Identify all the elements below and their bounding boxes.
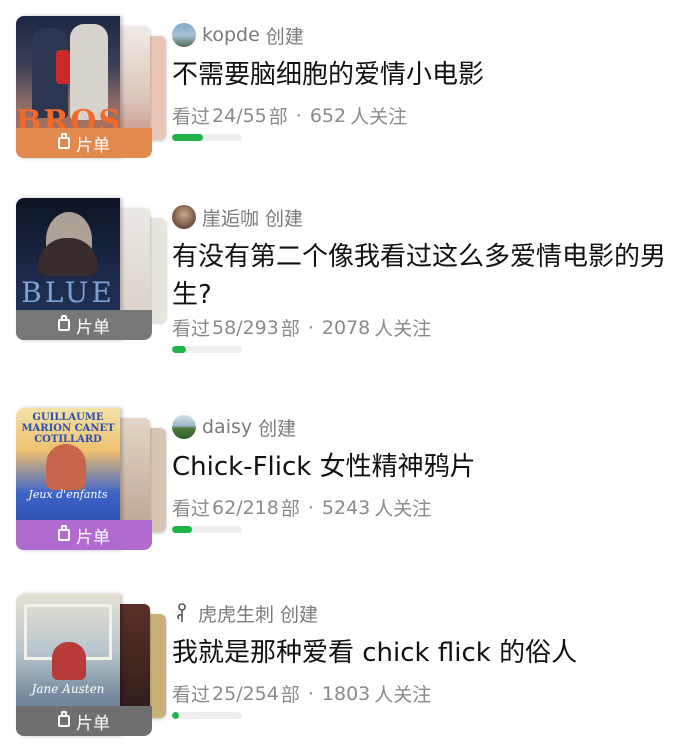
creator-name: daisy [202,416,253,438]
progress-fill [172,526,192,533]
followers-suffix: 人关注 [374,318,432,340]
watched-label: 看过 [172,106,211,128]
poster-title-text: GUILLAUME MARION CANET COTILLARD [21,412,115,445]
avatar [172,601,192,625]
watched-unit: 部 [268,106,288,128]
avatar [172,205,196,229]
list-stats: 看过 24/55 部 · 652 人关注 [172,102,407,129]
list-stats: 看过 58/293 部 · 2078 人关注 [172,314,431,341]
creator-name: kopde [202,24,260,46]
poster-stack[interactable]: Jane Austen 片单 [16,594,166,736]
creator-suffix: 创建 [265,25,304,48]
doulist-badge: 片单 [16,706,152,736]
followers-count: 2078 [321,316,371,339]
watched-count: 25/254 [212,682,279,705]
list-item[interactable]: BLUE 片单 崖逅咖 创建 有没有第二个像我看过这么多爱情电影的男生? 看过 … [0,198,680,358]
poster-script-text: Jane Austen [31,682,105,696]
creator-line[interactable]: daisy 创建 [172,414,296,440]
flower-icon [177,603,186,622]
poster-script-text: Jeux d'enfants [28,488,108,501]
poster-title-text: BLUE [21,276,115,309]
watched-unit: 部 [280,318,300,340]
creator-line[interactable]: kopde 创建 [172,22,304,48]
followers-count: 5243 [321,496,371,519]
separator: · [307,316,314,339]
list-item[interactable]: GUILLAUME MARION CANET COTILLARD Jeux d'… [0,408,680,568]
badge-label: 片单 [76,713,110,734]
list-title[interactable]: 有没有第二个像我看过这么多爱情电影的男生? [172,238,666,314]
doulist-badge: 片单 [16,310,152,340]
watched-progress-bar [172,134,242,141]
creator-suffix: 创建 [280,603,319,626]
doulist-list: BROS 片单 kopde 创建 不需要脑细胞的爱情小电影 看过 24/55 部… [0,0,680,746]
separator: · [295,104,302,127]
poster-stack[interactable]: BROS 片单 [16,16,166,158]
list-title[interactable]: Chick-Flick 女性精神鸦片 [172,448,666,486]
watched-label: 看过 [172,318,211,340]
creator-name: 虎虎生刺 [198,603,275,626]
watched-count: 62/218 [212,496,279,519]
progress-fill [172,712,179,719]
watched-unit: 部 [280,498,300,520]
list-title[interactable]: 不需要脑细胞的爱情小电影 [172,56,666,94]
followers-count: 652 [309,104,347,127]
watched-label: 看过 [172,684,211,706]
creator-line[interactable]: 崖逅咖 创建 [172,204,303,230]
progress-fill [172,134,203,141]
badge-label: 片单 [76,135,110,156]
creator-line[interactable]: 虎虎生刺 创建 [172,600,318,626]
watched-progress-bar [172,346,242,353]
watched-count: 58/293 [212,316,279,339]
watched-count: 24/55 [212,104,267,127]
briefcase-icon [58,315,70,331]
list-item[interactable]: BROS 片单 kopde 创建 不需要脑细胞的爱情小电影 看过 24/55 部… [0,16,680,176]
list-stats: 看过 62/218 部 · 5243 人关注 [172,494,431,521]
creator-suffix: 创建 [265,207,304,230]
list-title[interactable]: 我就是那种爱看 chick flick 的俗人 [172,634,666,672]
followers-suffix: 人关注 [374,684,432,706]
briefcase-icon [58,711,70,727]
creator-suffix: 创建 [258,417,297,440]
doulist-badge: 片单 [16,520,152,550]
list-item[interactable]: Jane Austen 片单 虎虎生刺 创建 我就是那种爱看 chick fli… [0,594,680,754]
watched-progress-bar [172,712,242,719]
followers-count: 1803 [321,682,371,705]
badge-label: 片单 [76,527,110,548]
avatar [172,415,196,439]
watched-unit: 部 [280,684,300,706]
progress-fill [172,346,186,353]
separator: · [307,496,314,519]
doulist-badge: 片单 [16,128,152,158]
creator-name: 崖逅咖 [202,207,260,230]
followers-suffix: 人关注 [350,106,408,128]
poster-stack[interactable]: BLUE 片单 [16,198,166,340]
briefcase-icon [58,525,70,541]
poster-stack[interactable]: GUILLAUME MARION CANET COTILLARD Jeux d'… [16,408,166,550]
watched-label: 看过 [172,498,211,520]
separator: · [307,682,314,705]
list-stats: 看过 25/254 部 · 1803 人关注 [172,680,431,707]
avatar [172,23,196,47]
watched-progress-bar [172,526,242,533]
followers-suffix: 人关注 [374,498,432,520]
briefcase-icon [58,133,70,149]
badge-label: 片单 [76,317,110,338]
